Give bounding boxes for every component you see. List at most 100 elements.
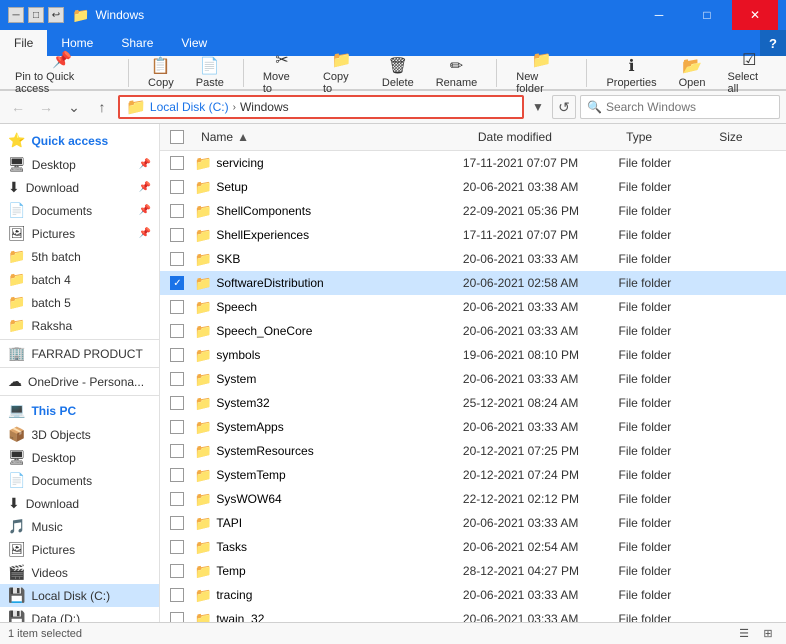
table-row[interactable]: 📁 symbols 19-06-2021 08:10 PM File folde… — [160, 343, 786, 367]
checkbox-1[interactable] — [170, 180, 184, 194]
table-row[interactable]: 📁 SysWOW64 22-12-2021 02:12 PM File fold… — [160, 487, 786, 511]
checkbox-9[interactable] — [170, 372, 184, 386]
pin-to-quick-access-button[interactable]: 📌 Pin to Quick access — [8, 47, 116, 98]
row-checkbox[interactable] — [160, 492, 195, 506]
row-checkbox[interactable] — [160, 612, 195, 622]
checkbox-4[interactable] — [170, 252, 184, 266]
table-row[interactable]: 📁 tracing 20-06-2021 03:33 AM File folde… — [160, 583, 786, 607]
table-row[interactable]: 📁 Tasks 20-06-2021 02:54 AM File folder — [160, 535, 786, 559]
col-header-type[interactable]: Type — [618, 126, 711, 148]
row-checkbox[interactable] — [160, 396, 195, 410]
select-all-checkbox[interactable] — [170, 130, 184, 144]
table-row[interactable]: 📁 Speech 20-06-2021 03:33 AM File folder — [160, 295, 786, 319]
col-header-date[interactable]: Date modified — [470, 126, 618, 148]
row-checkbox[interactable] — [160, 420, 195, 434]
row-checkbox[interactable] — [160, 252, 195, 266]
table-row[interactable]: 📁 Speech_OneCore 20-06-2021 03:33 AM Fil… — [160, 319, 786, 343]
col-header-size[interactable]: Size — [711, 126, 786, 148]
quick-access-toolbar-open[interactable]: ↩ — [48, 7, 64, 23]
checkbox-16[interactable] — [170, 540, 184, 554]
new-folder-button[interactable]: 📁 New folder — [509, 47, 574, 98]
back-button[interactable]: ← — [6, 95, 30, 119]
sidebar-item-desktop-pc[interactable]: 🖥 Desktop — [0, 446, 159, 469]
sidebar-item-download-pc[interactable]: ⬇ Download — [0, 492, 159, 515]
table-row[interactable]: 📁 Setup 20-06-2021 03:38 AM File folder — [160, 175, 786, 199]
row-checkbox[interactable] — [160, 180, 195, 194]
view-detail-button[interactable]: ⊞ — [758, 625, 778, 643]
checkbox-5[interactable]: ✓ — [170, 276, 184, 290]
checkbox-6[interactable] — [170, 300, 184, 314]
refresh-button[interactable]: ↺ — [552, 95, 576, 119]
row-checkbox[interactable] — [160, 588, 195, 602]
checkbox-8[interactable] — [170, 348, 184, 362]
window-minimize[interactable]: ─ — [636, 0, 682, 30]
sidebar-item-onedrive[interactable]: ☁ OneDrive - Persona... — [0, 370, 159, 393]
checkbox-15[interactable] — [170, 516, 184, 530]
sidebar-section-quick-access[interactable]: ⭐ Quick access — [0, 128, 159, 153]
checkbox-14[interactable] — [170, 492, 184, 506]
paste-button[interactable]: 📄 Paste — [189, 53, 231, 92]
view-list-button[interactable]: ☰ — [734, 625, 754, 643]
sidebar-item-desktop-quick[interactable]: 🖥 Desktop 📌 — [0, 153, 159, 176]
sidebar-item-5thbatch[interactable]: 📁 5th batch — [0, 245, 159, 268]
row-checkbox[interactable] — [160, 372, 195, 386]
row-checkbox[interactable] — [160, 324, 195, 338]
copy-to-button[interactable]: 📁 Copy to — [316, 47, 367, 98]
sidebar-item-pictures-pc[interactable]: 🖼 Pictures — [0, 538, 159, 561]
recent-locations-button[interactable]: ⌄ — [62, 95, 86, 119]
address-path[interactable]: 📁 Local Disk (C:) › Windows — [118, 95, 524, 119]
checkbox-2[interactable] — [170, 204, 184, 218]
row-checkbox[interactable] — [160, 204, 195, 218]
search-box[interactable]: 🔍 — [580, 95, 780, 119]
sidebar-item-3dobjects[interactable]: 📦 3D Objects — [0, 423, 159, 446]
table-row[interactable]: 📁 SystemApps 20-06-2021 03:33 AM File fo… — [160, 415, 786, 439]
sidebar-item-documents-pc[interactable]: 📄 Documents — [0, 469, 159, 492]
checkbox-11[interactable] — [170, 420, 184, 434]
checkbox-12[interactable] — [170, 444, 184, 458]
table-row[interactable]: 📁 ShellComponents 22-09-2021 05:36 PM Fi… — [160, 199, 786, 223]
table-row[interactable]: 📁 Temp 28-12-2021 04:27 PM File folder — [160, 559, 786, 583]
checkbox-7[interactable] — [170, 324, 184, 338]
checkbox-0[interactable] — [170, 156, 184, 170]
row-checkbox[interactable] — [160, 348, 195, 362]
up-button[interactable]: ↑ — [90, 95, 114, 119]
row-checkbox[interactable] — [160, 540, 195, 554]
path-drive[interactable]: Local Disk (C:) — [150, 100, 229, 114]
quick-access-toolbar-new[interactable]: □ — [28, 7, 44, 23]
table-row[interactable]: 📁 TAPI 20-06-2021 03:33 AM File folder — [160, 511, 786, 535]
row-checkbox[interactable] — [160, 300, 195, 314]
col-header-name[interactable]: Name ▲ — [193, 126, 470, 148]
row-checkbox[interactable]: ✓ — [160, 276, 195, 290]
row-checkbox[interactable] — [160, 468, 195, 482]
address-dropdown-button[interactable]: ▼ — [528, 95, 548, 119]
checkbox-10[interactable] — [170, 396, 184, 410]
row-checkbox[interactable] — [160, 444, 195, 458]
checkbox-13[interactable] — [170, 468, 184, 482]
search-input[interactable] — [606, 100, 773, 114]
sidebar-section-this-pc[interactable]: 💻 This PC — [0, 398, 159, 423]
window-close[interactable]: ✕ — [732, 0, 778, 30]
window-maximize[interactable]: □ — [684, 0, 730, 30]
row-checkbox[interactable] — [160, 564, 195, 578]
row-checkbox[interactable] — [160, 228, 195, 242]
table-row[interactable]: 📁 servicing 17-11-2021 07:07 PM File fol… — [160, 151, 786, 175]
table-row[interactable]: 📁 System32 25-12-2021 08:24 AM File fold… — [160, 391, 786, 415]
open-button[interactable]: 📂 Open — [672, 53, 713, 92]
rename-button[interactable]: ✏ Rename — [429, 53, 485, 92]
sidebar-item-raksha[interactable]: 📁 Raksha — [0, 314, 159, 337]
checkbox-3[interactable] — [170, 228, 184, 242]
row-checkbox[interactable] — [160, 156, 195, 170]
row-checkbox[interactable] — [160, 516, 195, 530]
forward-button[interactable]: → — [34, 95, 58, 119]
copy-button[interactable]: 📋 Copy — [141, 53, 181, 92]
checkbox-19[interactable] — [170, 612, 184, 622]
table-row[interactable]: 📁 SystemResources 20-12-2021 07:25 PM Fi… — [160, 439, 786, 463]
select-all-button[interactable]: ☑ Select all — [721, 47, 778, 98]
sidebar-item-batch4[interactable]: 📁 batch 4 — [0, 268, 159, 291]
checkbox-17[interactable] — [170, 564, 184, 578]
sidebar-item-batch5[interactable]: 📁 batch 5 — [0, 291, 159, 314]
sidebar-item-data-d[interactable]: 💾 Data (D:) — [0, 607, 159, 622]
move-to-button[interactable]: ✂ Move to — [256, 47, 308, 98]
table-row[interactable]: 📁 twain_32 20-06-2021 03:33 AM File fold… — [160, 607, 786, 622]
table-row[interactable]: 📁 ShellExperiences 17-11-2021 07:07 PM F… — [160, 223, 786, 247]
